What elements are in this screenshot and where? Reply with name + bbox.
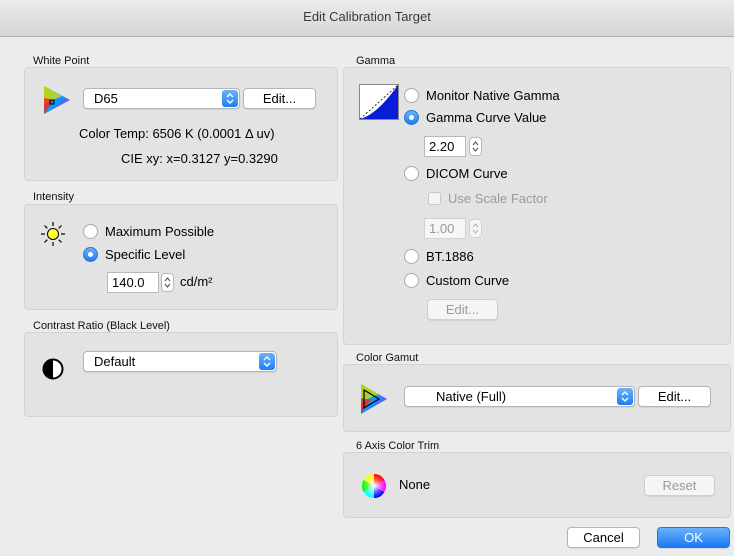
scale-factor-field[interactable]: 1.00: [424, 218, 466, 239]
gamma-value-field[interactable]: 2.20: [424, 136, 466, 157]
window-title: Edit Calibration Target: [0, 0, 734, 37]
scale-factor-stepper[interactable]: [469, 219, 482, 238]
color-gamut-label: Color Gamut: [356, 352, 419, 364]
gamma-curve-value-radio[interactable]: [404, 110, 419, 125]
color-trim-value: None: [399, 477, 431, 492]
color-trim-reset-button[interactable]: Reset: [644, 475, 715, 496]
contrast-ratio-label: Contrast Ratio (Black Level): [33, 320, 170, 332]
gamma-label: Gamma: [356, 55, 396, 67]
intensity-level-stepper[interactable]: [161, 273, 174, 292]
monitor-native-gamma-radio[interactable]: [404, 88, 419, 103]
use-scale-factor-label: Use Scale Factor: [448, 191, 548, 206]
cie-xy-text: CIE xy: x=0.3127 y=0.3290: [121, 151, 278, 166]
custom-curve-label: Custom Curve: [426, 273, 510, 288]
select-arrow-icon: [259, 353, 275, 370]
intensity-label: Intensity: [33, 191, 74, 203]
intensity-level-field[interactable]: 140.0: [107, 272, 159, 293]
maximum-possible-label: Maximum Possible: [105, 224, 215, 239]
gamma-curve-value-label: Gamma Curve Value: [426, 110, 547, 125]
color-trim-label: 6 Axis Color Trim: [356, 440, 440, 452]
custom-curve-radio[interactable]: [404, 273, 419, 288]
color-gamut-panel: Native (Full) Edit...: [343, 364, 731, 432]
white-point-select-value: D65: [94, 91, 118, 106]
color-triangle-icon: [44, 86, 70, 114]
white-point-label: White Point: [33, 55, 90, 67]
color-gamut-edit-button[interactable]: Edit...: [638, 386, 711, 407]
monitor-native-gamma-label: Monitor Native Gamma: [426, 88, 560, 103]
sun-icon: [41, 222, 65, 246]
dicom-curve-label: DICOM Curve: [426, 166, 508, 181]
select-arrow-icon: [617, 388, 633, 405]
color-gamut-select-value: Native (Full): [436, 389, 507, 404]
edit-calibration-target-window: Edit Calibration Target White Point D65 …: [0, 0, 734, 556]
contrast-select-value: Default: [94, 354, 136, 369]
select-arrow-icon: [222, 90, 238, 107]
ok-button[interactable]: OK: [657, 527, 730, 548]
color-gamut-select[interactable]: Native (Full): [404, 386, 635, 407]
bt1886-radio[interactable]: [404, 249, 419, 264]
intensity-panel: Maximum Possible Specific Level 140.0 cd…: [24, 204, 338, 310]
white-point-select[interactable]: D65: [83, 88, 240, 109]
cancel-button[interactable]: Cancel: [567, 527, 640, 548]
color-gamut-triangle-icon: [361, 384, 387, 414]
contrast-panel: Default: [24, 332, 338, 417]
specific-level-label: Specific Level: [105, 247, 186, 262]
color-trim-panel: None Reset: [343, 452, 731, 518]
dicom-curve-radio[interactable]: [404, 166, 419, 181]
maximum-possible-radio[interactable]: [83, 224, 98, 239]
contrast-icon: [42, 358, 64, 380]
gamma-curve-icon: [359, 84, 399, 120]
white-point-panel: D65 Edit... Color Temp: 6506 K (0.0001 Δ…: [24, 67, 338, 181]
contrast-select[interactable]: Default: [83, 351, 277, 372]
color-wheel-icon: [361, 474, 387, 498]
color-temp-text: Color Temp: 6506 K (0.0001 Δ uv): [79, 126, 275, 141]
use-scale-factor-checkbox[interactable]: [428, 192, 441, 205]
custom-curve-edit-button[interactable]: Edit...: [427, 299, 498, 320]
white-point-edit-button[interactable]: Edit...: [243, 88, 316, 109]
bt1886-label: BT.1886: [426, 249, 474, 264]
gamma-value-stepper[interactable]: [469, 137, 482, 156]
specific-level-radio[interactable]: [83, 247, 98, 262]
gamma-panel: Monitor Native Gamma Gamma Curve Value 2…: [343, 67, 731, 345]
intensity-unit: cd/m²: [180, 274, 213, 289]
